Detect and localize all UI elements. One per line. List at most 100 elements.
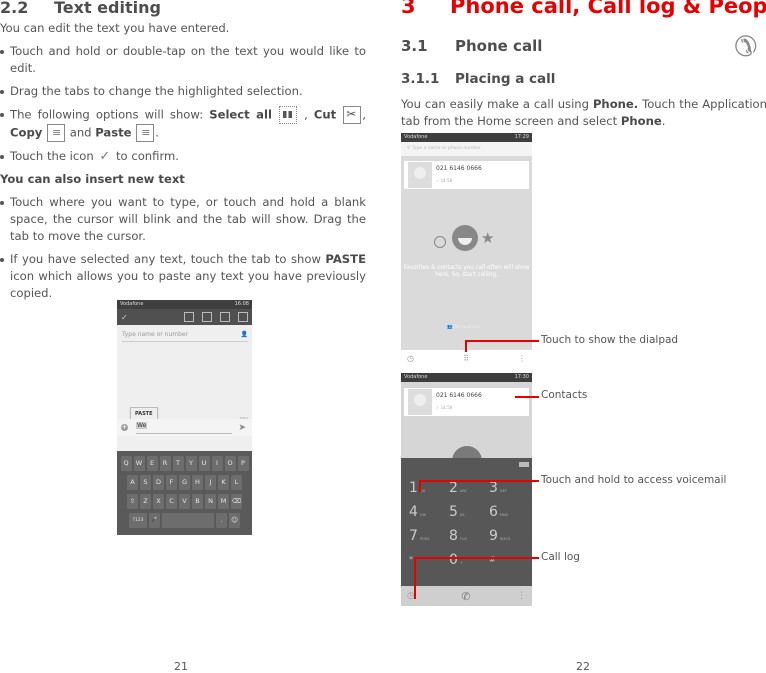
avatar [408, 162, 432, 188]
select-all-icon [279, 106, 298, 124]
cut-icon[interactable] [202, 312, 212, 322]
all-contacts-link[interactable]: 👥 All contacts [447, 325, 480, 330]
key[interactable]: H [192, 475, 203, 490]
key[interactable]: Y [185, 456, 197, 471]
key[interactable]: K [218, 475, 229, 490]
keyboard-row: ⇧ Z X C V B N M ⌫ [117, 494, 252, 509]
digit: 5 [449, 504, 458, 520]
key[interactable]: V [179, 494, 190, 509]
letters: ABC [459, 489, 468, 493]
digit: 3 [489, 480, 498, 496]
mic-key[interactable]: 🎤 [149, 513, 160, 528]
digit: 0 [449, 552, 458, 568]
key[interactable]: W [133, 456, 145, 471]
dial-key-7[interactable]: 7 PQRS [409, 528, 449, 544]
dial-key-9[interactable]: 9 WXYZ [489, 528, 529, 544]
letters: TUV [459, 537, 468, 541]
key[interactable]: S [140, 475, 151, 490]
key[interactable]: M [218, 494, 229, 509]
key[interactable]: R [159, 456, 171, 471]
paste-keyword: PASTE [325, 252, 366, 266]
backspace-icon[interactable] [519, 462, 529, 467]
key[interactable]: C [166, 494, 177, 509]
call-log-icon[interactable]: ◷ [407, 354, 414, 363]
backspace-key[interactable]: ⌫ [231, 494, 242, 509]
period-key[interactable]: . [216, 513, 227, 528]
recent-contact-card[interactable]: 021 6146 0666 ✓ 14:58 [404, 388, 529, 416]
key[interactable]: I [211, 456, 223, 471]
key[interactable]: X [153, 494, 164, 509]
chapter-title: Phone call, Call log & People [450, 0, 766, 18]
dial-key-0[interactable]: 0 + [449, 552, 489, 568]
key[interactable]: N [205, 494, 216, 509]
letters: JKL [459, 513, 466, 517]
key[interactable]: U [198, 456, 210, 471]
copy-icon[interactable] [220, 312, 230, 322]
dial-key-4[interactable]: 4 GHI [409, 504, 449, 520]
digit: 2 [449, 480, 458, 496]
selection-action-bar: ✓ [117, 309, 252, 325]
contact-number: 021 6146 0666 [436, 392, 482, 399]
list-item: Touch the icon ✓ to confirm. [0, 148, 366, 165]
list-item: Touch where you want to type, or touch a… [0, 194, 366, 245]
send-icon[interactable]: ➤ [238, 423, 246, 433]
key[interactable]: A [127, 475, 138, 490]
callout-line-voicemail-h [419, 480, 539, 482]
add-contact-icon[interactable]: 👤 [241, 331, 248, 341]
recent-contact-card[interactable]: 021 6146 0666 ✓ 14:58 [404, 161, 529, 189]
key[interactable]: G [179, 475, 190, 490]
search-field[interactable]: ⚲ Type a name or phone number [401, 142, 532, 156]
key[interactable]: Q [120, 456, 132, 471]
intro-paragraph: You can edit the text you have entered. [0, 21, 230, 35]
cut-icon [343, 106, 362, 124]
done-check-icon[interactable]: ✓ [121, 313, 128, 322]
section-number: 2.2 [0, 0, 29, 17]
key[interactable]: F [166, 475, 177, 490]
list-item: Touch and hold or double-tap on the text… [0, 43, 366, 77]
call-button-icon[interactable]: ✆ [461, 590, 470, 603]
key[interactable]: P [237, 456, 249, 471]
overflow-menu-icon[interactable]: ⋮ [517, 591, 526, 601]
key[interactable]: O [224, 456, 236, 471]
digit: 7 [409, 528, 418, 544]
callout-line-dialpad-h [465, 340, 539, 342]
dial-key-hash[interactable]: # [489, 552, 529, 568]
dial-key-3[interactable]: 3 DEF [489, 480, 529, 496]
key[interactable]: E [146, 456, 158, 471]
digit: 9 [489, 528, 498, 544]
favorites-message: Favorites & contacts you call often will… [403, 265, 530, 278]
recipient-field[interactable]: Type name or number 👤 [122, 331, 248, 342]
search-placeholder: Type a name or phone number [411, 146, 481, 151]
key[interactable]: T [172, 456, 184, 471]
message-input[interactable]: We [136, 422, 148, 429]
dialpad: 1 QD 2 ABC 3 DEF 4 GHI 5 JKL 6 MNO 7 PQRS 8 TUV … [401, 458, 532, 586]
key[interactable]: J [205, 475, 216, 490]
overflow-menu-icon[interactable]: ⋮ [518, 354, 526, 363]
space-key[interactable] [162, 513, 214, 528]
call-duration: ✓ 14:58 [436, 405, 453, 410]
chapter-number: 3 [401, 0, 416, 18]
carrier-label: Vodafone [404, 134, 428, 140]
dial-key-6[interactable]: 6 MNO [489, 504, 529, 520]
select-all-label: Select all [209, 107, 272, 122]
dial-key-8[interactable]: 8 TUV [449, 528, 489, 544]
emoji-key[interactable]: ☺ [229, 513, 240, 528]
letters: + [459, 561, 463, 565]
key[interactable]: D [153, 475, 164, 490]
paste-icon[interactable] [238, 312, 248, 322]
select-all-icon[interactable] [184, 312, 194, 322]
dial-key-1[interactable]: 1 QD [409, 480, 449, 496]
clock: 17:30 [514, 374, 529, 380]
carrier-label: Vodafone [120, 301, 144, 307]
digit: 4 [409, 504, 418, 520]
dialpad-icon[interactable]: ⠿ [463, 354, 469, 363]
attach-plus-icon[interactable]: + [121, 424, 128, 431]
symbols-key[interactable]: ?123 [129, 513, 147, 528]
dial-key-2[interactable]: 2 ABC [449, 480, 489, 496]
key[interactable]: Z [140, 494, 151, 509]
page-number: 22 [576, 660, 590, 673]
key[interactable]: B [192, 494, 203, 509]
dial-key-5[interactable]: 5 JKL [449, 504, 489, 520]
shift-key[interactable]: ⇧ [127, 494, 138, 509]
key[interactable]: L [231, 475, 242, 490]
